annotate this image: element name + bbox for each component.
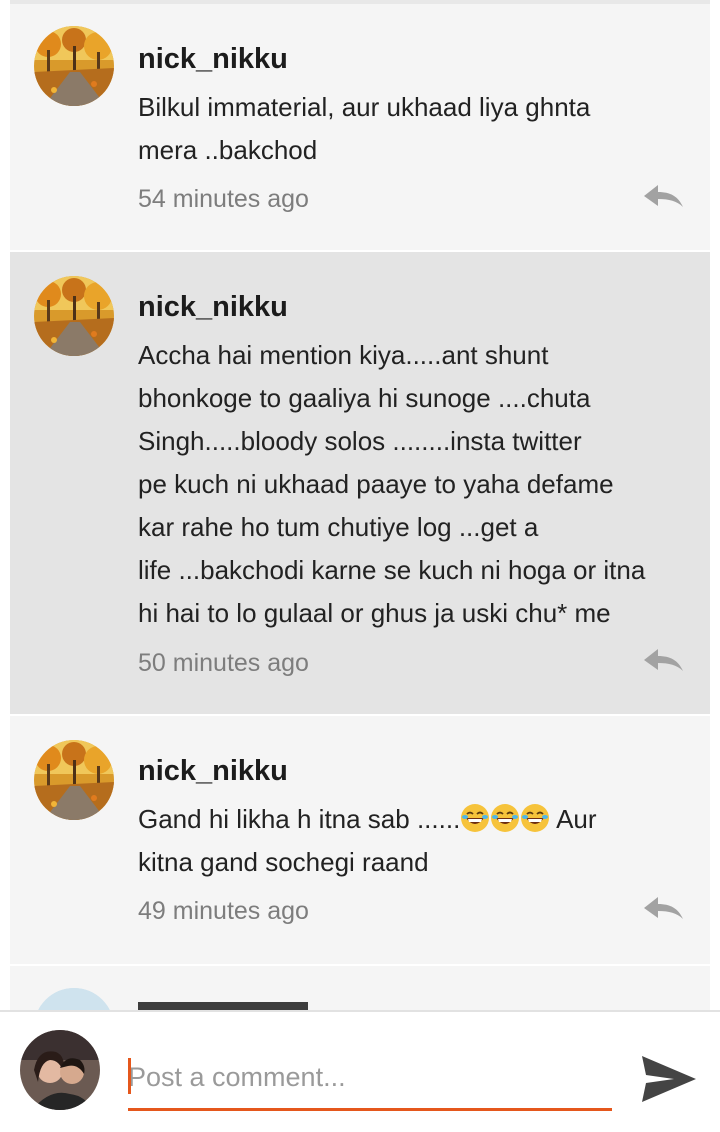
comment-item-highlighted: nick_nikku Accha hai mention kiya.....an… xyxy=(10,252,710,714)
comment-timestamp: 49 minutes ago xyxy=(138,897,309,925)
comment-text-line: Accha hai mention kiya.....ant shunt xyxy=(138,340,549,370)
comment-text-line: kar rahe ho tum chutiye log ...get a xyxy=(138,512,539,542)
comment-text-segment: Gand hi likha h itna sab ...... xyxy=(138,804,461,834)
comment-author[interactable]: nick_nikku xyxy=(138,42,288,76)
comment-text-line: mera ..bakchod xyxy=(138,135,318,165)
comment-text-line: Bilkul immaterial, aur ukhaad liya ghnta xyxy=(138,92,591,122)
autumn-trees-avatar-icon[interactable] xyxy=(34,26,114,106)
laughing-face-emoji-icon xyxy=(490,803,520,833)
laughing-face-emoji-icon xyxy=(520,803,550,833)
user-avatar-icon[interactable] xyxy=(34,988,114,1010)
user-photo-avatar-icon[interactable] xyxy=(20,1030,100,1110)
comment-timestamp: 54 minutes ago xyxy=(138,185,309,213)
reply-icon[interactable] xyxy=(640,646,686,676)
comment-input[interactable] xyxy=(128,1046,612,1111)
comments-list[interactable]: nick_nikku Bilkul immaterial, aur ukhaad… xyxy=(0,0,720,1010)
comment-item-partial xyxy=(10,966,710,1010)
text-cursor xyxy=(128,1058,131,1094)
comment-text-line: bhonkoge to gaaliya hi sunoge ....chuta xyxy=(138,383,591,413)
comment-text-line: Gand hi likha h itna sab ...... Aur xyxy=(138,798,698,841)
reply-icon[interactable] xyxy=(640,182,686,212)
autumn-trees-avatar-icon[interactable] xyxy=(34,740,114,820)
comment-text-line: hi hai to lo gulaal or ghus ja uski chu*… xyxy=(138,598,611,628)
comment-author[interactable]: nick_nikku xyxy=(138,290,288,324)
comment-item: nick_nikku Bilkul immaterial, aur ukhaad… xyxy=(10,4,710,250)
comment-text-line: Singh.....bloody solos ........insta twi… xyxy=(138,426,582,456)
comment-text-line: kitna gand sochegi raand xyxy=(138,847,429,877)
comment-timestamp: 50 minutes ago xyxy=(138,649,309,677)
comment-item: nick_nikku Gand hi likha h itna sab ....… xyxy=(10,716,710,964)
comment-text: Bilkul immaterial, aur ukhaad liya ghnta… xyxy=(138,86,698,172)
reply-icon[interactable] xyxy=(640,894,686,924)
comment-composer xyxy=(0,1010,720,1132)
autumn-trees-avatar-icon[interactable] xyxy=(34,276,114,356)
comment-text-line: life ...bakchodi karne se kuch ni hoga o… xyxy=(138,555,646,585)
comment-text-segment: Aur xyxy=(550,804,597,834)
comment-text: Accha hai mention kiya.....ant shunt bho… xyxy=(138,334,698,635)
comment-input-wrapper xyxy=(128,1046,612,1112)
comment-author-partial xyxy=(138,1002,308,1010)
comment-text: Gand hi likha h itna sab ...... Aur kitn… xyxy=(138,798,698,884)
comment-author[interactable]: nick_nikku xyxy=(138,754,288,788)
comment-text-line: pe kuch ni ukhaad paaye to yaha defame xyxy=(138,469,614,499)
laughing-face-emoji-icon xyxy=(460,803,490,833)
send-icon[interactable] xyxy=(638,1052,698,1106)
